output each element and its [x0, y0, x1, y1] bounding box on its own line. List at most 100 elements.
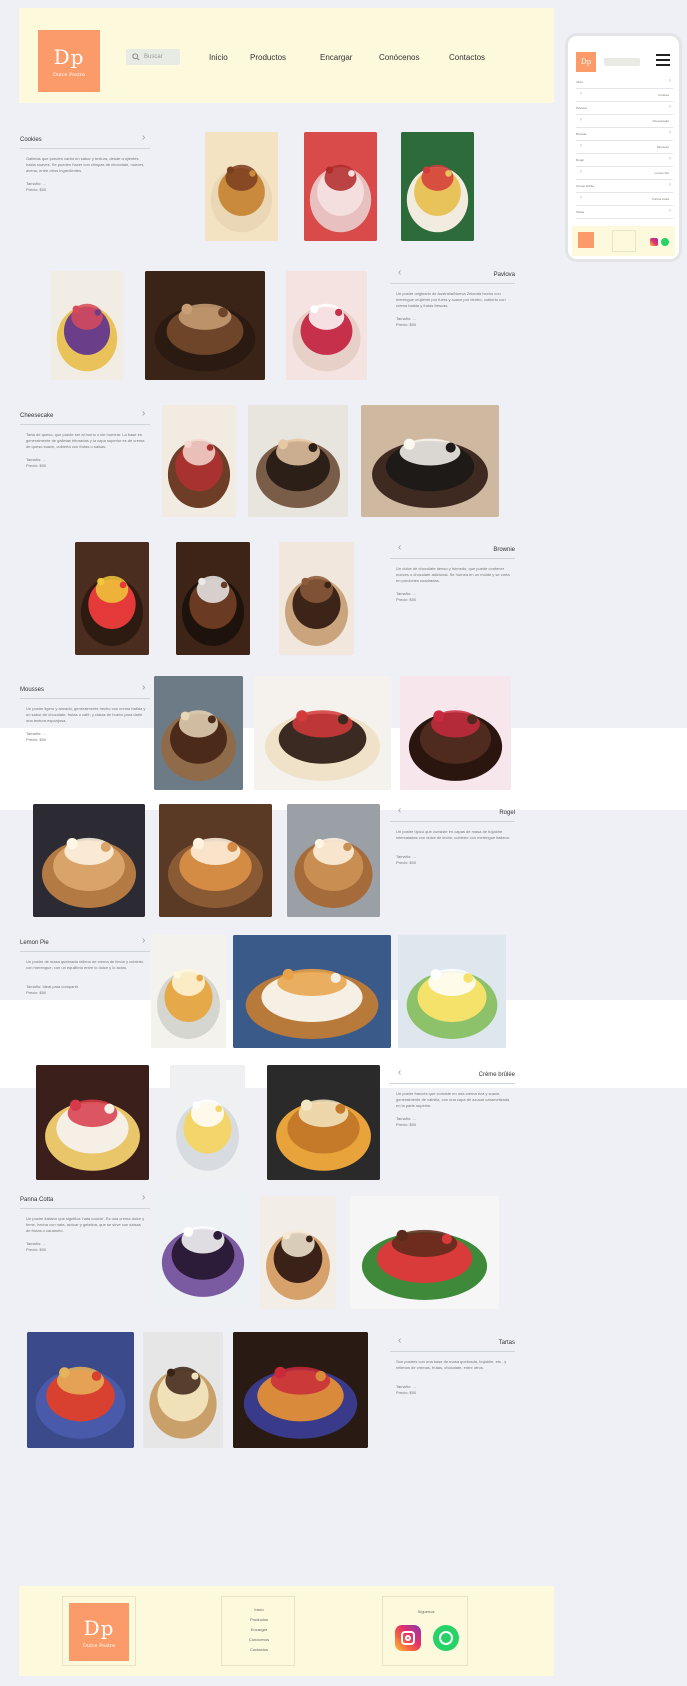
mobile-divider — [576, 166, 673, 167]
chevron-right-icon[interactable]: › — [142, 408, 145, 419]
mobile-menu-item[interactable]: Cheesecake — [652, 119, 669, 123]
dessert-photo[interactable] — [36, 1065, 149, 1180]
search-input[interactable]: Buscar — [126, 49, 180, 65]
dessert-photo[interactable] — [233, 935, 391, 1048]
category-price: Precio: $00 — [26, 990, 47, 995]
dessert-photo[interactable] — [33, 804, 145, 917]
category-description: Un postre de masa quebrada relleno de cr… — [26, 959, 144, 970]
chevron-left-icon[interactable]: ‹ — [580, 91, 582, 97]
chevron-right-icon[interactable]: › — [669, 182, 671, 188]
nav-conocenos[interactable]: Conócenos — [379, 53, 419, 62]
mobile-menu-item[interactable]: Lemon Pie — [655, 171, 669, 175]
mobile-menu-item[interactable]: Brownie — [576, 132, 587, 136]
category-divider — [20, 148, 150, 149]
logo[interactable]: Dp Dulce Postre — [38, 30, 100, 92]
mobile-menu-item[interactable]: Rogel — [576, 158, 584, 162]
dessert-photo[interactable] — [233, 1332, 368, 1448]
dessert-photo[interactable] — [151, 935, 226, 1048]
dessert-photo[interactable] — [162, 405, 236, 517]
category-description: Un postre francés que consiste en una cr… — [396, 1091, 510, 1108]
category-divider — [390, 558, 515, 559]
category-title: Panna Cotta — [20, 1197, 54, 1203]
chevron-right-icon[interactable]: › — [142, 935, 145, 946]
footer-link-inicio[interactable]: Inicio — [222, 1607, 296, 1612]
dessert-photo[interactable] — [361, 405, 499, 517]
mobile-menu-item[interactable]: Mousses — [657, 145, 669, 149]
category-title: Tartas — [498, 1340, 515, 1346]
footer-link-productos[interactable]: Productos — [222, 1617, 296, 1622]
chevron-left-icon[interactable]: ‹ — [398, 267, 401, 278]
dessert-photo[interactable] — [145, 271, 265, 380]
chevron-right-icon[interactable]: › — [142, 682, 145, 693]
mobile-menu-item[interactable]: Pavlova — [576, 106, 587, 110]
instagram-icon[interactable] — [650, 238, 658, 246]
dessert-photo[interactable] — [143, 1332, 223, 1448]
dessert-photo[interactable] — [176, 542, 250, 655]
nav-inicio[interactable]: Inicio — [209, 53, 228, 62]
footer-logo[interactable]: Dp Dulce Postre — [69, 1603, 129, 1661]
whatsapp-icon[interactable] — [661, 238, 669, 246]
category-divider — [20, 424, 150, 425]
chevron-left-icon[interactable]: ‹ — [580, 195, 582, 201]
nav-productos[interactable]: Productos — [250, 53, 286, 62]
dessert-photo[interactable] — [205, 132, 278, 241]
dessert-photo[interactable] — [170, 1065, 245, 1180]
dessert-photo[interactable] — [75, 542, 149, 655]
mobile-menu-item[interactable]: Inicio — [576, 80, 583, 84]
dessert-photo[interactable] — [154, 676, 243, 790]
chevron-left-icon[interactable]: ‹ — [580, 117, 582, 123]
hamburger-icon[interactable] — [656, 54, 670, 66]
dessert-photo[interactable] — [401, 132, 474, 241]
chevron-right-icon[interactable]: › — [669, 208, 671, 214]
dessert-photo[interactable] — [304, 132, 377, 241]
mobile-divider — [576, 153, 673, 154]
chevron-left-icon[interactable]: ‹ — [580, 169, 582, 175]
header: Dp Dulce Postre Buscar Inicio Productos … — [19, 8, 554, 103]
footer-link-conocenos[interactable]: Conócenos — [222, 1637, 296, 1642]
chevron-left-icon[interactable]: ‹ — [398, 542, 401, 553]
chevron-right-icon[interactable]: › — [669, 78, 671, 84]
chevron-left-icon[interactable]: ‹ — [398, 1335, 401, 1346]
mobile-footer-links — [612, 230, 636, 252]
dessert-photo[interactable] — [254, 676, 391, 790]
chevron-right-icon[interactable]: › — [142, 1192, 145, 1203]
dessert-photo[interactable] — [154, 1192, 252, 1306]
category-price: Precio: $00 — [26, 187, 47, 192]
nav-contactos[interactable]: Contactos — [449, 53, 485, 62]
chevron-right-icon[interactable]: › — [669, 104, 671, 110]
chevron-left-icon[interactable]: ‹ — [398, 1067, 401, 1078]
chevron-left-icon[interactable]: ‹ — [398, 805, 401, 816]
footer-link-encargar[interactable]: Encargar — [222, 1627, 296, 1632]
dessert-photo[interactable] — [159, 804, 272, 917]
nav-encargar[interactable]: Encargar — [320, 53, 352, 62]
chevron-right-icon[interactable]: › — [669, 156, 671, 162]
dessert-photo[interactable] — [267, 1065, 380, 1180]
dessert-photo[interactable] — [27, 1332, 134, 1448]
dessert-photo[interactable] — [287, 804, 380, 917]
dessert-photo[interactable] — [400, 676, 511, 790]
mobile-menu-item[interactable]: Crème brûlée — [576, 184, 594, 188]
dessert-photo[interactable] — [248, 405, 348, 517]
dessert-photo[interactable] — [279, 542, 354, 655]
category-title: Rogel — [499, 810, 515, 816]
category-price: Precio: $00 — [26, 463, 47, 468]
dessert-photo[interactable] — [350, 1196, 499, 1309]
mobile-logo[interactable]: Dp — [576, 52, 596, 72]
mobile-menu-item[interactable]: Cookies — [658, 93, 669, 97]
dessert-photo[interactable] — [51, 271, 123, 380]
chevron-left-icon[interactable]: ‹ — [580, 143, 582, 149]
mobile-menu-item[interactable]: Tartas — [576, 210, 584, 214]
footer-link-contactos[interactable]: Contactos — [222, 1647, 296, 1652]
dessert-photo[interactable] — [260, 1196, 336, 1309]
chevron-right-icon[interactable]: › — [669, 130, 671, 136]
chevron-right-icon[interactable]: › — [142, 132, 145, 143]
category-price: Precio: $00 — [396, 597, 417, 602]
category-title: Cheesecake — [20, 413, 54, 419]
dessert-photo[interactable] — [398, 935, 506, 1048]
mobile-search[interactable] — [604, 58, 640, 66]
mobile-menu-item[interactable]: Panna Cotta — [652, 197, 669, 201]
dessert-photo[interactable] — [286, 271, 367, 380]
whatsapp-icon[interactable] — [433, 1625, 459, 1651]
instagram-icon[interactable] — [395, 1625, 421, 1651]
category-description: Galletas que pueden variar en sabor y te… — [26, 156, 145, 173]
